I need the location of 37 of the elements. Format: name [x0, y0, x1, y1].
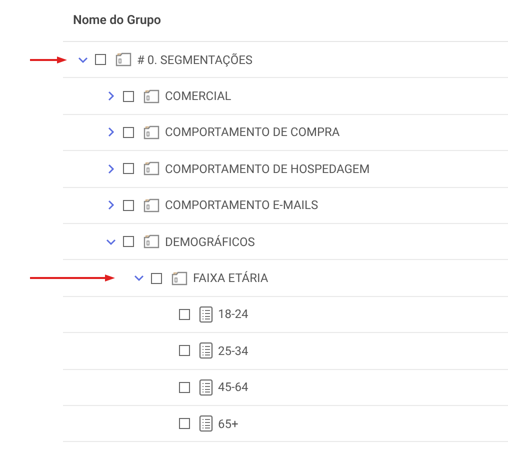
chevron-down-icon[interactable] — [133, 273, 145, 284]
checkbox[interactable] — [179, 382, 190, 393]
list-icon — [199, 415, 213, 432]
checkbox[interactable] — [179, 418, 190, 430]
list-icon — [199, 378, 213, 396]
column-header: Nome do Grupo — [73, 13, 161, 28]
checkbox[interactable] — [123, 126, 134, 138]
folder-icon — [171, 270, 188, 286]
checkbox[interactable] — [179, 308, 190, 320]
folder-icon — [115, 52, 132, 68]
folder-icon — [143, 234, 160, 250]
tree-item-label[interactable]: 45-64 — [218, 380, 248, 394]
folder-icon — [143, 88, 160, 104]
folder-icon — [143, 124, 160, 140]
checkbox[interactable] — [151, 272, 162, 284]
list-icon — [199, 342, 213, 360]
list-icon — [199, 306, 213, 323]
chevron-down-icon[interactable] — [77, 54, 89, 65]
tree-item-label[interactable]: DEMOGRÁFICOS — [165, 234, 255, 249]
checkbox[interactable] — [179, 345, 190, 356]
folder-icon — [143, 198, 160, 213]
checkbox[interactable] — [123, 200, 134, 211]
tree-item-label[interactable]: # 0. SEGMENTAÇÕES — [137, 52, 253, 67]
tree-item-label[interactable]: COMPORTAMENTO E-MAILS — [165, 198, 318, 212]
tree-item-label[interactable]: COMERCIAL — [165, 89, 232, 104]
checkbox[interactable] — [95, 54, 106, 66]
checkbox[interactable] — [123, 90, 134, 102]
tree-item-label[interactable]: FAIXA ETÁRIA — [193, 271, 268, 286]
tree-item-label[interactable]: 65+ — [218, 416, 238, 431]
tree-item-label[interactable]: 25-34 — [218, 344, 248, 358]
folder-icon — [143, 161, 160, 176]
checkbox[interactable] — [123, 163, 134, 174]
checkbox[interactable] — [123, 236, 134, 248]
tree-item-label[interactable]: 18-24 — [218, 307, 248, 322]
tree-item-label[interactable]: COMPORTAMENTO DE COMPRA — [165, 125, 340, 140]
tree-item-label[interactable]: COMPORTAMENTO DE HOSPEDAGEM — [165, 162, 370, 176]
chevron-down-icon[interactable] — [105, 236, 117, 247]
